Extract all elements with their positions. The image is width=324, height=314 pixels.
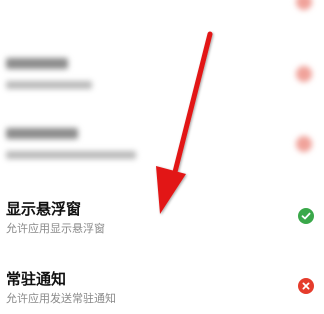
blurred-permission-row bbox=[0, 122, 324, 162]
blurred-permission-row bbox=[0, 52, 324, 92]
blurred-subtitle bbox=[6, 81, 92, 89]
permission-subtitle: 允许应用发送常驻通知 bbox=[6, 292, 116, 305]
check-icon[interactable] bbox=[298, 208, 314, 224]
blurred-permission-row bbox=[0, 0, 324, 20]
permission-title: 显示悬浮窗 bbox=[6, 200, 82, 218]
permission-settings-screen: 显示悬浮窗 允许应用显示悬浮窗 常驻通知 允许应用发送常驻通知 bbox=[0, 0, 324, 314]
blurred-status-icon bbox=[296, 0, 312, 10]
permission-item-floating-window[interactable]: 显示悬浮窗 允许应用显示悬浮窗 bbox=[0, 198, 324, 246]
permission-item-persistent-notification[interactable]: 常驻通知 允许应用发送常驻通知 bbox=[0, 268, 324, 314]
blurred-title bbox=[6, 58, 68, 69]
blurred-status-icon bbox=[296, 136, 312, 152]
blurred-title bbox=[6, 128, 78, 139]
blurred-status-icon bbox=[296, 66, 312, 82]
permission-title: 常驻通知 bbox=[6, 270, 67, 288]
close-icon[interactable] bbox=[298, 278, 314, 294]
blurred-subtitle bbox=[6, 151, 136, 159]
permission-subtitle: 允许应用显示悬浮窗 bbox=[6, 222, 105, 235]
